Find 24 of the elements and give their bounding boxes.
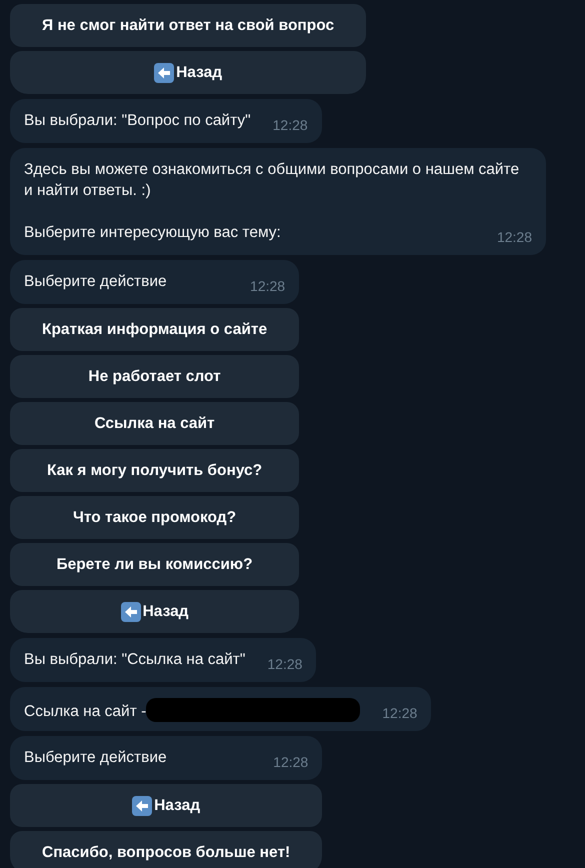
message-text: Вы выбрали: "Вопрос по сайту" — [24, 112, 251, 129]
keyboard-button[interactable]: Назад — [10, 784, 322, 827]
keyboard-button[interactable]: Назад — [10, 590, 300, 633]
message-text: Вы выбрали: "Ссылка на сайт" — [24, 651, 246, 668]
message-time: 12:28 — [496, 228, 532, 246]
keyboard-button[interactable]: Не работает слот — [10, 355, 300, 398]
keyboard-button[interactable]: Спасибо, вопросов больше нет! — [10, 831, 322, 868]
message-time: 12:28 — [267, 655, 302, 673]
message-time: 12:28 — [272, 116, 308, 134]
message-time: 12:28 — [382, 704, 418, 722]
keyboard-button[interactable]: Я не смог найти ответ на свой вопрос — [10, 4, 366, 47]
keyboard-button[interactable]: Краткая информация о сайте — [10, 308, 300, 351]
message-text: Выберите действие — [24, 749, 167, 766]
keyboard-button[interactable]: Что такое промокод? — [10, 496, 300, 539]
keyboard-button[interactable]: Ссылка на сайт — [10, 402, 300, 445]
message-time: 12:28 — [250, 277, 286, 295]
keyboard-button[interactable]: Как я могу получить бонус? — [10, 449, 300, 492]
message-text: Ссылка на сайт - — [24, 703, 146, 720]
message-time: 12:28 — [273, 753, 308, 771]
keyboard-button[interactable]: Назад — [10, 51, 366, 94]
message-text: Выберите действие — [24, 273, 167, 290]
keyboard-button[interactable]: Берете ли вы комиссию? — [10, 543, 300, 586]
message-text: Здесь вы можете ознакомиться с общими вопросами о нашем сайте и найти ответы. :) — [24, 161, 520, 199]
message-text: Выберите интересующую вас тему: — [24, 224, 281, 241]
